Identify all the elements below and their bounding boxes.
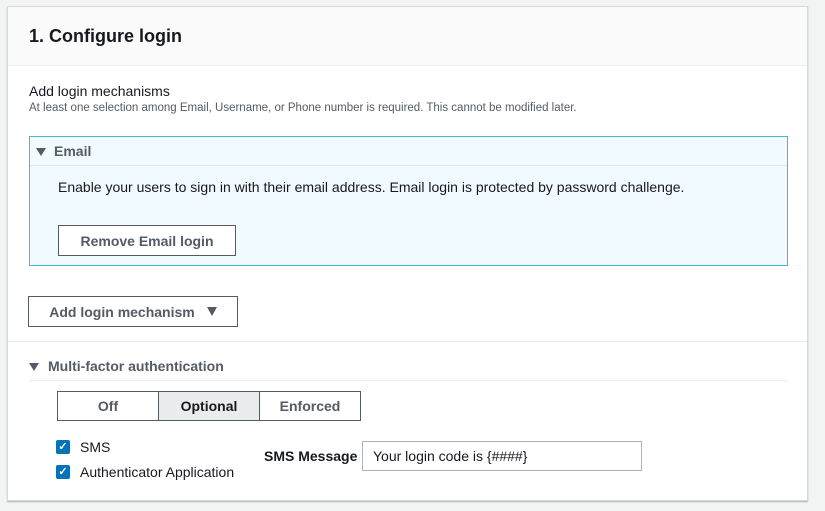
remove-email-login-button[interactable]: Remove Email login <box>58 225 236 256</box>
mfa-segmented-control: Off Optional Enforced <box>57 391 361 421</box>
sms-checkbox[interactable]: ✓ <box>56 440 70 454</box>
email-description: Enable your users to sign in with their … <box>58 179 685 195</box>
mfa-divider <box>29 380 788 381</box>
caret-down-icon <box>206 307 217 316</box>
sms-message-input[interactable] <box>362 441 642 471</box>
sms-message-label: SMS Message <box>264 448 358 464</box>
authenticator-checkbox[interactable]: ✓ <box>56 465 70 479</box>
login-mechanisms-label: Add login mechanisms <box>29 83 170 99</box>
mfa-option-enforced[interactable]: Enforced <box>259 391 361 421</box>
authenticator-checkbox-row[interactable]: ✓ Authenticator Application <box>56 464 234 480</box>
caret-down-icon[interactable] <box>29 363 39 371</box>
email-expander[interactable]: Email <box>30 137 787 166</box>
mfa-option-off[interactable]: Off <box>57 391 159 421</box>
email-title: Email <box>54 143 92 159</box>
mfa-option-optional[interactable]: Optional <box>158 391 260 421</box>
sms-checkbox-label: SMS <box>80 439 111 455</box>
add-login-mechanism-label: Add login mechanism <box>49 303 195 320</box>
add-login-mechanism-button[interactable]: Add login mechanism <box>28 296 238 327</box>
login-mechanisms-description: At least one selection among Email, User… <box>29 102 577 114</box>
panel-header: 1. Configure login <box>8 7 807 66</box>
caret-down-icon <box>36 148 46 156</box>
email-mechanism-box: Email Enable your users to sign in with … <box>29 136 788 266</box>
panel-title: 1. Configure login <box>29 26 182 46</box>
section-divider <box>8 341 807 342</box>
authenticator-checkbox-label: Authenticator Application <box>80 464 235 480</box>
sms-checkbox-row[interactable]: ✓ SMS <box>56 439 110 455</box>
mfa-title[interactable]: Multi-factor authentication <box>48 358 224 374</box>
configure-login-panel: 1. Configure login Add login mechanisms … <box>7 6 808 501</box>
